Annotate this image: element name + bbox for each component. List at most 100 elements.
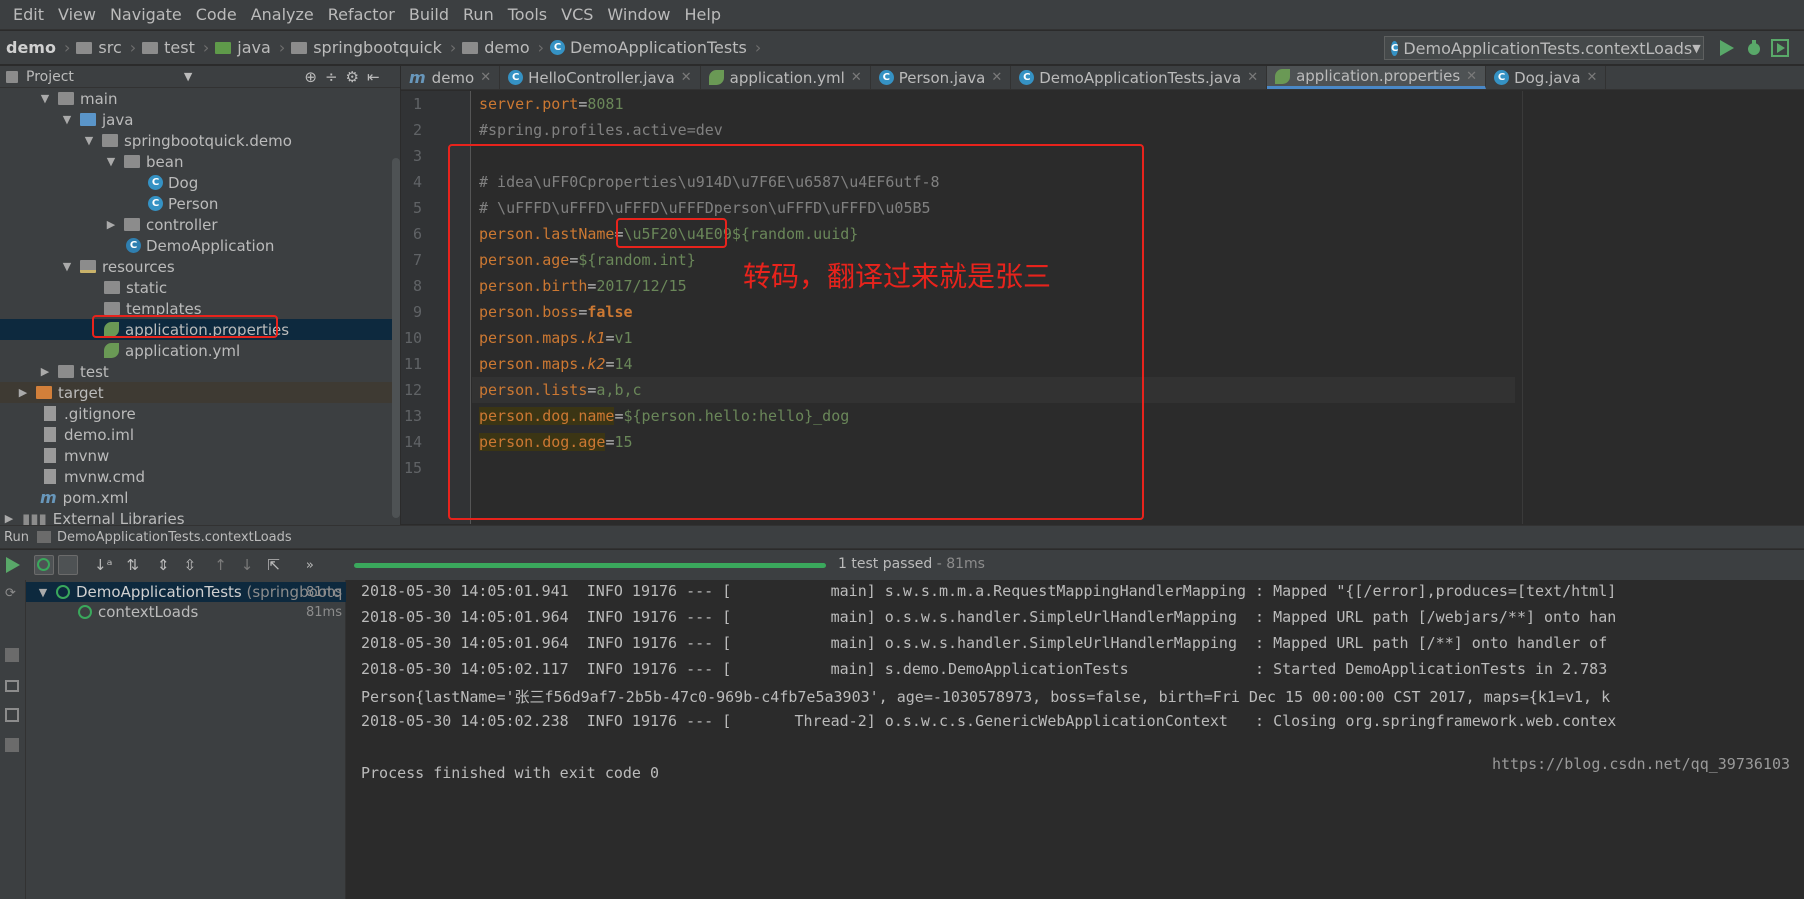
close-icon[interactable]: ✕ [681, 70, 692, 85]
tree-item-mvnw[interactable]: mvnw [0, 445, 400, 466]
rerun-icon[interactable] [2, 555, 22, 575]
export-icon[interactable]: ⇱ [267, 556, 280, 574]
console-output[interactable]: 2018-05-30 14:05:01.941 INFO 19176 --- [… [347, 580, 1804, 899]
line-number: 5 [412, 199, 422, 217]
breadcrumb-java[interactable]: java › [215, 38, 285, 57]
breadcrumb-project[interactable]: demo › [6, 38, 70, 57]
run-config-tab[interactable]: DemoApplicationTests.contextLoads [57, 530, 292, 545]
maven-icon: m [409, 68, 426, 87]
breadcrumb-springbootquick[interactable]: springbootquick › [291, 38, 456, 57]
test-row-class[interactable]: ▼ DemoApplicationTests (springbootq 81ms [26, 582, 346, 602]
gear-icon[interactable]: ⚙ [346, 68, 359, 86]
test-class-icon: C [1391, 40, 1399, 56]
tree-item-java[interactable]: ▼ java [0, 109, 400, 130]
close-icon[interactable]: ✕ [1247, 70, 1258, 85]
close-icon[interactable]: ✕ [991, 70, 1002, 85]
close-icon[interactable]: ✕ [1587, 70, 1598, 85]
passed-check-icon [56, 585, 70, 599]
run-configuration-select[interactable]: C DemoApplicationTests.contextLoads ▼ [1384, 36, 1704, 60]
tree-item-gitignore[interactable]: .gitignore [0, 403, 400, 424]
code-line-2: #spring.profiles.active=dev [479, 121, 723, 139]
tree-item-resources[interactable]: ▼ resources [0, 256, 400, 277]
expand-all-icon[interactable]: ⇕ [157, 556, 170, 574]
tab-person[interactable]: C Person.java ✕ [871, 66, 1012, 89]
tree-item-dog[interactable]: C Dog [0, 172, 400, 193]
console-line: Process finished with exit code 0 [361, 764, 660, 782]
locate-icon[interactable]: ⊕ [304, 68, 317, 86]
tab-hellocontroller[interactable]: C HelloController.java ✕ [500, 66, 701, 89]
coverage-icon[interactable] [1770, 38, 1790, 58]
sort-alpha-icon[interactable]: ↓ᵃ [94, 556, 112, 574]
breadcrumb-demo[interactable]: demo › [462, 38, 544, 57]
tree-item-controller[interactable]: ▶ controller [0, 214, 400, 235]
tree-item-bean[interactable]: ▼ bean [0, 151, 400, 172]
project-panel-header: Project ▼ ⊕ ÷ ⚙ ⇤ [0, 66, 400, 88]
menu-window[interactable]: Window [600, 5, 677, 24]
test-status: 1 test passed - 81ms [838, 556, 985, 572]
tree-item-pom-xml[interactable]: m pom.xml [0, 487, 400, 508]
tree-item-static[interactable]: static [0, 277, 400, 298]
menu-edit[interactable]: Edit [6, 5, 51, 24]
menu-tools[interactable]: Tools [501, 5, 554, 24]
run-panel-title[interactable]: Run [4, 530, 29, 545]
tree-item-test[interactable]: ▶ test [0, 361, 400, 382]
hide-icon[interactable]: ⇤ [367, 68, 380, 86]
run-icon[interactable] [1716, 38, 1736, 58]
show-ignored-icon[interactable] [58, 555, 78, 575]
tree-item-person[interactable]: C Person [0, 193, 400, 214]
file-icon [44, 469, 56, 484]
menu-analyze[interactable]: Analyze [244, 5, 321, 24]
close-icon[interactable]: ✕ [480, 70, 491, 85]
close-icon[interactable]: ✕ [1466, 69, 1477, 84]
camera-icon[interactable] [5, 680, 19, 692]
tree-item-package[interactable]: ▼ springbootquick.demo [0, 130, 400, 151]
project-panel-title[interactable]: Project [26, 69, 74, 85]
show-passed-icon[interactable] [34, 555, 54, 575]
collapse-icon[interactable]: ÷ [325, 68, 338, 86]
menu-code[interactable]: Code [189, 5, 244, 24]
tree-item-application-yml[interactable]: application.yml [0, 340, 400, 361]
menu-run[interactable]: Run [456, 5, 501, 24]
tab-application-yml[interactable]: application.yml ✕ [701, 66, 871, 89]
tree-item-mvnw-cmd[interactable]: mvnw.cmd [0, 466, 400, 487]
close-icon[interactable]: ✕ [851, 70, 862, 85]
layout-icon[interactable] [5, 738, 19, 752]
tab-dog[interactable]: C Dog.java ✕ [1486, 66, 1607, 89]
run-side-toolbar: ⟳ [0, 580, 26, 899]
previous-icon[interactable]: ↑ [214, 556, 227, 574]
more-icon[interactable]: » [306, 558, 314, 573]
menu-build[interactable]: Build [402, 5, 456, 24]
tree-item-demoapplication[interactable]: C DemoApplication [0, 235, 400, 256]
menu-refactor[interactable]: Refactor [321, 5, 402, 24]
breadcrumb-src[interactable]: src › [76, 38, 136, 57]
chevron-right-icon: ▶ [106, 218, 116, 231]
tab-demoapplicationtests[interactable]: C DemoApplicationTests.java ✕ [1011, 66, 1268, 89]
tree-item-external-libraries[interactable]: ▶ ▮▮▮ External Libraries [0, 508, 400, 526]
sort-duration-icon[interactable]: ⇅ [126, 556, 139, 574]
breadcrumb-test[interactable]: test › [142, 38, 209, 57]
tree-item-main[interactable]: ▼ main [0, 88, 400, 109]
exit-icon[interactable] [5, 708, 19, 722]
menu-view[interactable]: View [51, 5, 103, 24]
menu-vcs[interactable]: VCS [554, 5, 600, 24]
line-number: 9 [412, 303, 422, 321]
debug-icon[interactable] [1744, 38, 1764, 58]
next-icon[interactable]: ↓ [241, 556, 254, 574]
collapse-all-icon[interactable]: ⇳ [184, 556, 197, 574]
class-icon: C [148, 196, 163, 211]
menu-navigate[interactable]: Navigate [103, 5, 189, 24]
test-row-method[interactable]: contextLoads 81ms [26, 602, 346, 622]
stop-icon[interactable] [5, 648, 19, 662]
chevron-right-icon: ▶ [4, 512, 14, 525]
chevron-down-icon[interactable]: ▼ [184, 70, 192, 83]
class-icon: C [1019, 70, 1035, 85]
project-scrollbar[interactable] [392, 158, 400, 518]
tab-application-properties[interactable]: application.properties ✕ [1267, 66, 1487, 89]
tab-demo[interactable]: m demo ✕ [401, 66, 501, 89]
tree-item-target[interactable]: ▶ target [0, 382, 400, 403]
chevron-right-icon: ▶ [18, 386, 28, 399]
breadcrumb-class[interactable]: C DemoApplicationTests › [550, 38, 761, 57]
stop-icon[interactable]: ⟳ [5, 586, 21, 602]
menu-help[interactable]: Help [678, 5, 728, 24]
tree-item-demo-iml[interactable]: demo.iml [0, 424, 400, 445]
